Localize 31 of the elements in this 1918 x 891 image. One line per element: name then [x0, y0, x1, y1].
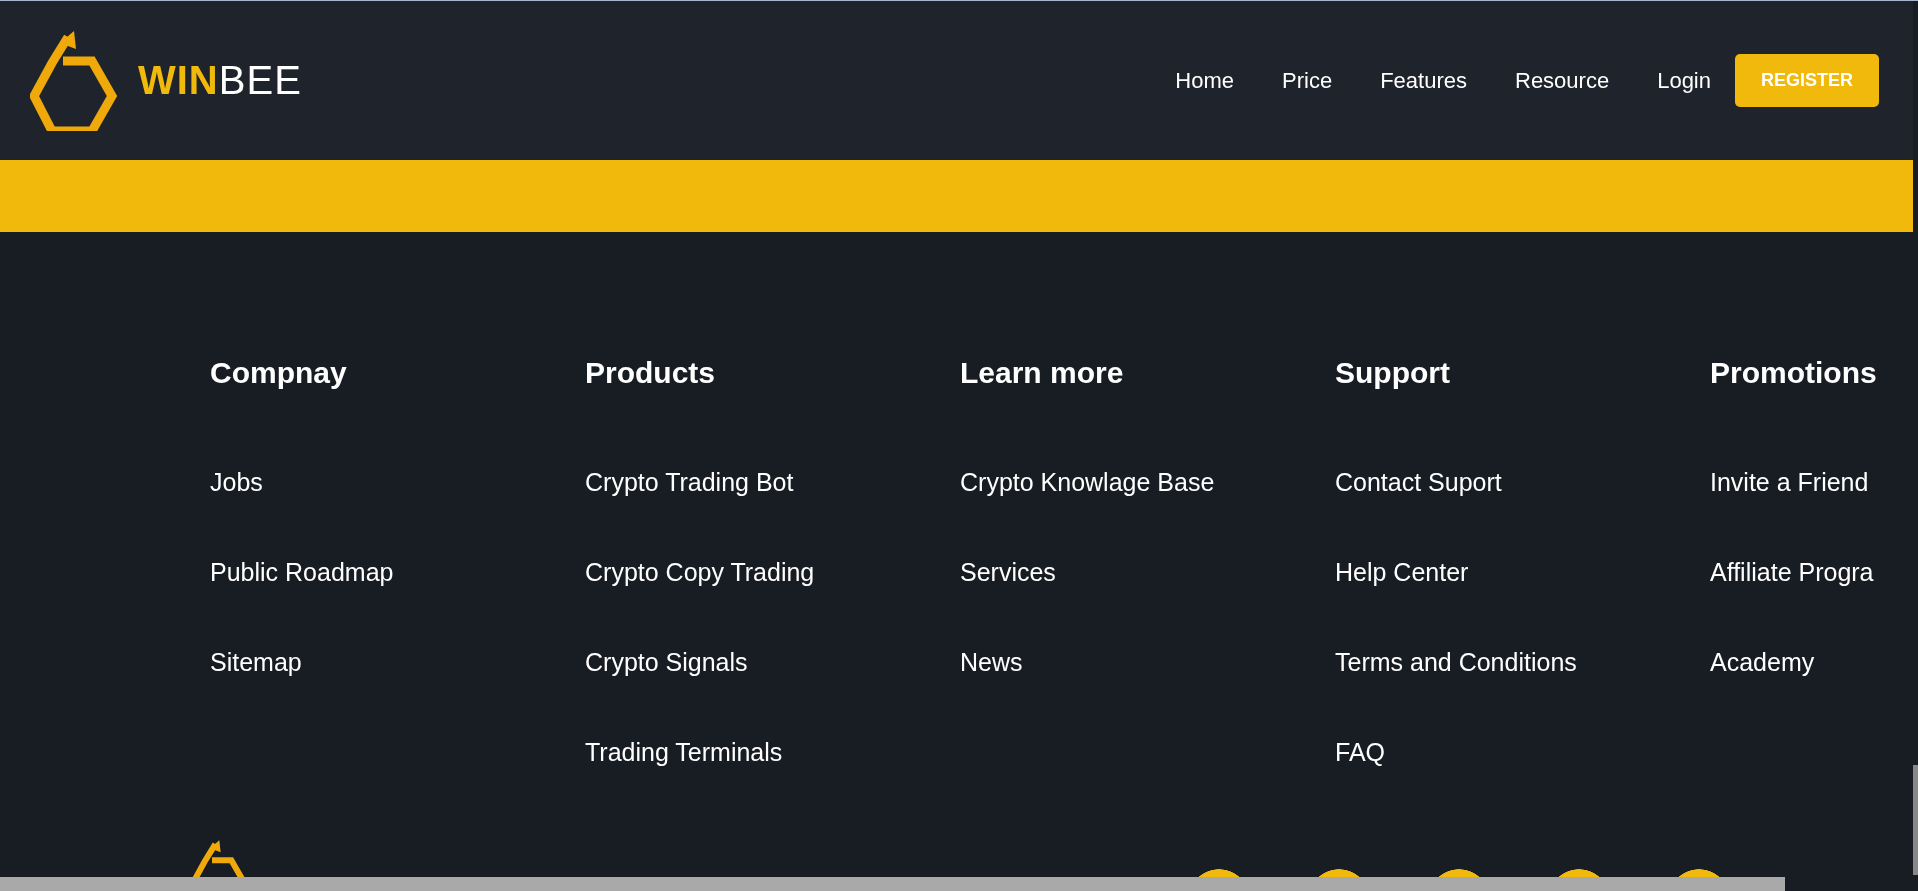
- vertical-scrollbar[interactable]: [1913, 765, 1918, 875]
- nav-link[interactable]: Home: [1175, 67, 1235, 94]
- footer-link[interactable]: News: [960, 647, 1335, 677]
- horizontal-scrollbar[interactable]: [0, 877, 1785, 891]
- footer-link[interactable]: Services: [960, 557, 1335, 587]
- footer-link[interactable]: Crypto Signals: [585, 647, 960, 677]
- nav-link[interactable]: Login: [1657, 67, 1711, 94]
- column-heading: Promotions: [1710, 356, 1878, 390]
- footer-link[interactable]: Sitemap: [210, 647, 585, 677]
- nav-link[interactable]: Resource: [1515, 67, 1610, 94]
- column-heading: Products: [585, 356, 717, 390]
- footer-link[interactable]: Public Roadmap: [210, 557, 585, 587]
- footer-link[interactable]: Affiliate Progra: [1710, 557, 1918, 587]
- footer-link[interactable]: Terms and Conditions: [1335, 647, 1710, 677]
- column-heading: Support: [1335, 356, 1451, 390]
- footer-link[interactable]: Crypto Copy Trading: [585, 557, 960, 587]
- footer-link[interactable]: Invite a Friend: [1710, 467, 1918, 497]
- footer-link[interactable]: Jobs: [210, 467, 585, 497]
- footer-link[interactable]: Crypto Trading Bot: [585, 467, 960, 497]
- footer-link[interactable]: Trading Terminals: [585, 737, 960, 767]
- footer-link[interactable]: Help Center: [1335, 557, 1710, 587]
- brand-name[interactable]: WINBEE: [138, 58, 302, 103]
- column-heading: Compnay: [210, 356, 348, 390]
- footer-link[interactable]: Academy: [1710, 647, 1918, 677]
- footer-link[interactable]: Crypto Knowlage Base: [960, 467, 1335, 497]
- footer-link[interactable]: Contact Suport: [1335, 467, 1710, 497]
- nav-link[interactable]: Price: [1282, 67, 1333, 94]
- footer-link[interactable]: FAQ: [1335, 737, 1710, 767]
- hexagon-arrow-icon: [30, 30, 120, 131]
- nav-link[interactable]: Features: [1380, 67, 1467, 94]
- column-heading: Learn more: [960, 356, 1125, 390]
